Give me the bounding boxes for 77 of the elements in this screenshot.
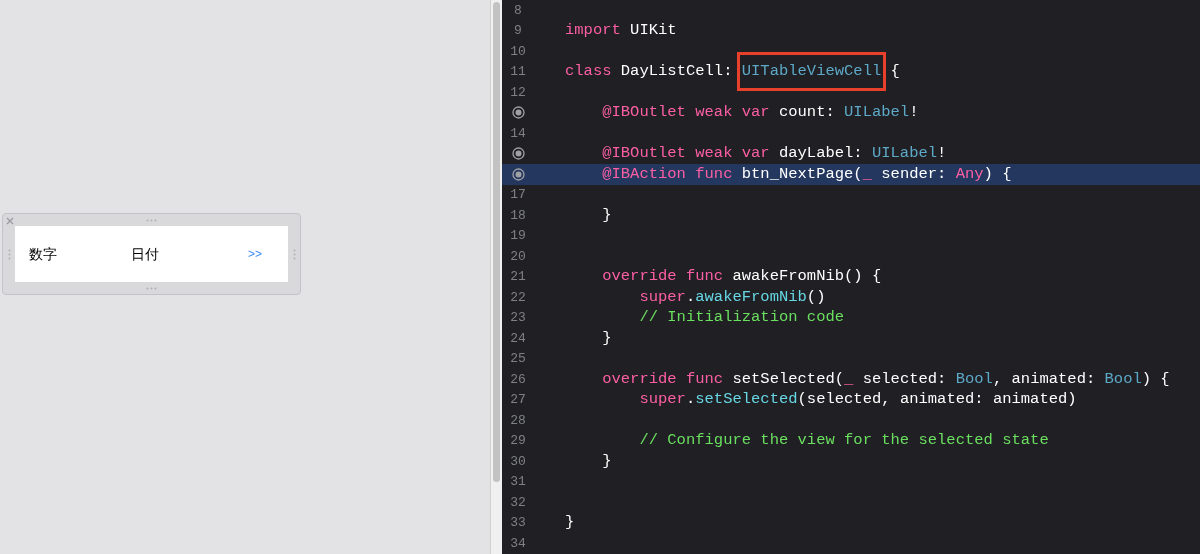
line-number: 11: [510, 63, 526, 81]
outlet-connection-icon[interactable]: [511, 147, 525, 161]
line-number: 24: [510, 329, 526, 348]
code-token: super: [638, 286, 686, 308]
code-token: awakeFromNib() {: [731, 266, 882, 288]
code-token: override func: [601, 368, 724, 390]
code-token: count:: [777, 102, 836, 124]
code-token: DayListCell:: [619, 61, 734, 83]
scrollbar-thumb[interactable]: [493, 2, 500, 482]
code-token: ) {: [983, 163, 1012, 185]
code-token: !: [937, 143, 947, 165]
line-number: 20: [510, 247, 526, 266]
code-token: _: [862, 163, 872, 185]
line-number: 19: [510, 227, 526, 245]
code-token: // Initialization code: [638, 307, 845, 329]
code-token: }: [601, 204, 612, 226]
line-number: 33: [510, 514, 526, 532]
code-token: @IBOutlet weak var: [601, 143, 770, 165]
code-token: !: [909, 102, 919, 124]
line-number: 30: [510, 452, 526, 471]
code-token: Bool: [1104, 368, 1142, 390]
code-token: @IBAction func: [601, 163, 733, 185]
outlet-connection-icon[interactable]: [511, 167, 525, 181]
line-number: 28: [510, 411, 526, 430]
line-number: 27: [510, 391, 526, 409]
code-token: btn_NextPage(: [740, 163, 863, 185]
code-token: UIKit: [629, 20, 677, 42]
line-number: 10: [510, 42, 526, 61]
line-number: 34: [510, 534, 526, 553]
code-token: UILabel: [871, 143, 938, 165]
code-token: {: [889, 61, 900, 83]
code-token: UILabel: [844, 102, 910, 124]
code-token: }: [601, 327, 612, 349]
code-token: override func: [601, 266, 724, 288]
line-number: 18: [510, 206, 526, 225]
code-token: Bool: [955, 368, 993, 390]
code-token: awakeFromNib: [695, 286, 807, 308]
code-token: , animated:: [992, 368, 1097, 390]
code-token: _: [844, 368, 854, 390]
line-number: 25: [510, 350, 526, 368]
line-number: 21: [510, 268, 526, 286]
next-page-button[interactable]: >>: [248, 245, 274, 263]
code-token: // Configure the view for the selected state: [638, 430, 1049, 452]
code-token: Any: [955, 163, 984, 185]
code-token: selected:: [861, 368, 948, 390]
code-token: import: [565, 20, 621, 42]
line-number: 23: [510, 309, 526, 327]
code-token: }: [601, 450, 612, 472]
outlet-connection-icon[interactable]: [511, 106, 525, 120]
code-token: ) {: [1141, 368, 1170, 390]
line-number: 14: [510, 124, 526, 143]
code-token: setSelected: [695, 389, 798, 411]
line-number: 22: [510, 288, 526, 307]
code-token: (): [806, 286, 826, 308]
line-number: 29: [510, 432, 526, 450]
code-token: dayLabel:: [777, 143, 864, 165]
code-token: .: [685, 286, 696, 308]
line-number: 17: [510, 186, 526, 204]
close-icon[interactable]: [6, 217, 14, 225]
code-token: super: [638, 389, 686, 411]
highlighted-code: UITableViewCell: [736, 52, 887, 92]
code-token: }: [565, 512, 575, 534]
code-token: setSelected(: [731, 368, 845, 390]
line-number: 32: [510, 493, 526, 512]
cell-label: 数字: [29, 244, 58, 264]
code-token: .: [685, 389, 696, 411]
line-number: 26: [510, 370, 526, 389]
line-number: 31: [510, 473, 526, 491]
line-number: 8: [514, 1, 522, 20]
table-cell-frame[interactable]: 数字 日付 >>: [2, 213, 301, 295]
cell-label: 日付: [131, 244, 160, 264]
code-token: class: [565, 61, 612, 83]
code-token: (selected, animated: animated): [797, 389, 1077, 411]
code-token: @IBOutlet weak var: [601, 102, 770, 124]
line-number: 12: [510, 83, 526, 102]
line-number: 9: [514, 22, 522, 40]
code-token: sender:: [880, 163, 948, 185]
